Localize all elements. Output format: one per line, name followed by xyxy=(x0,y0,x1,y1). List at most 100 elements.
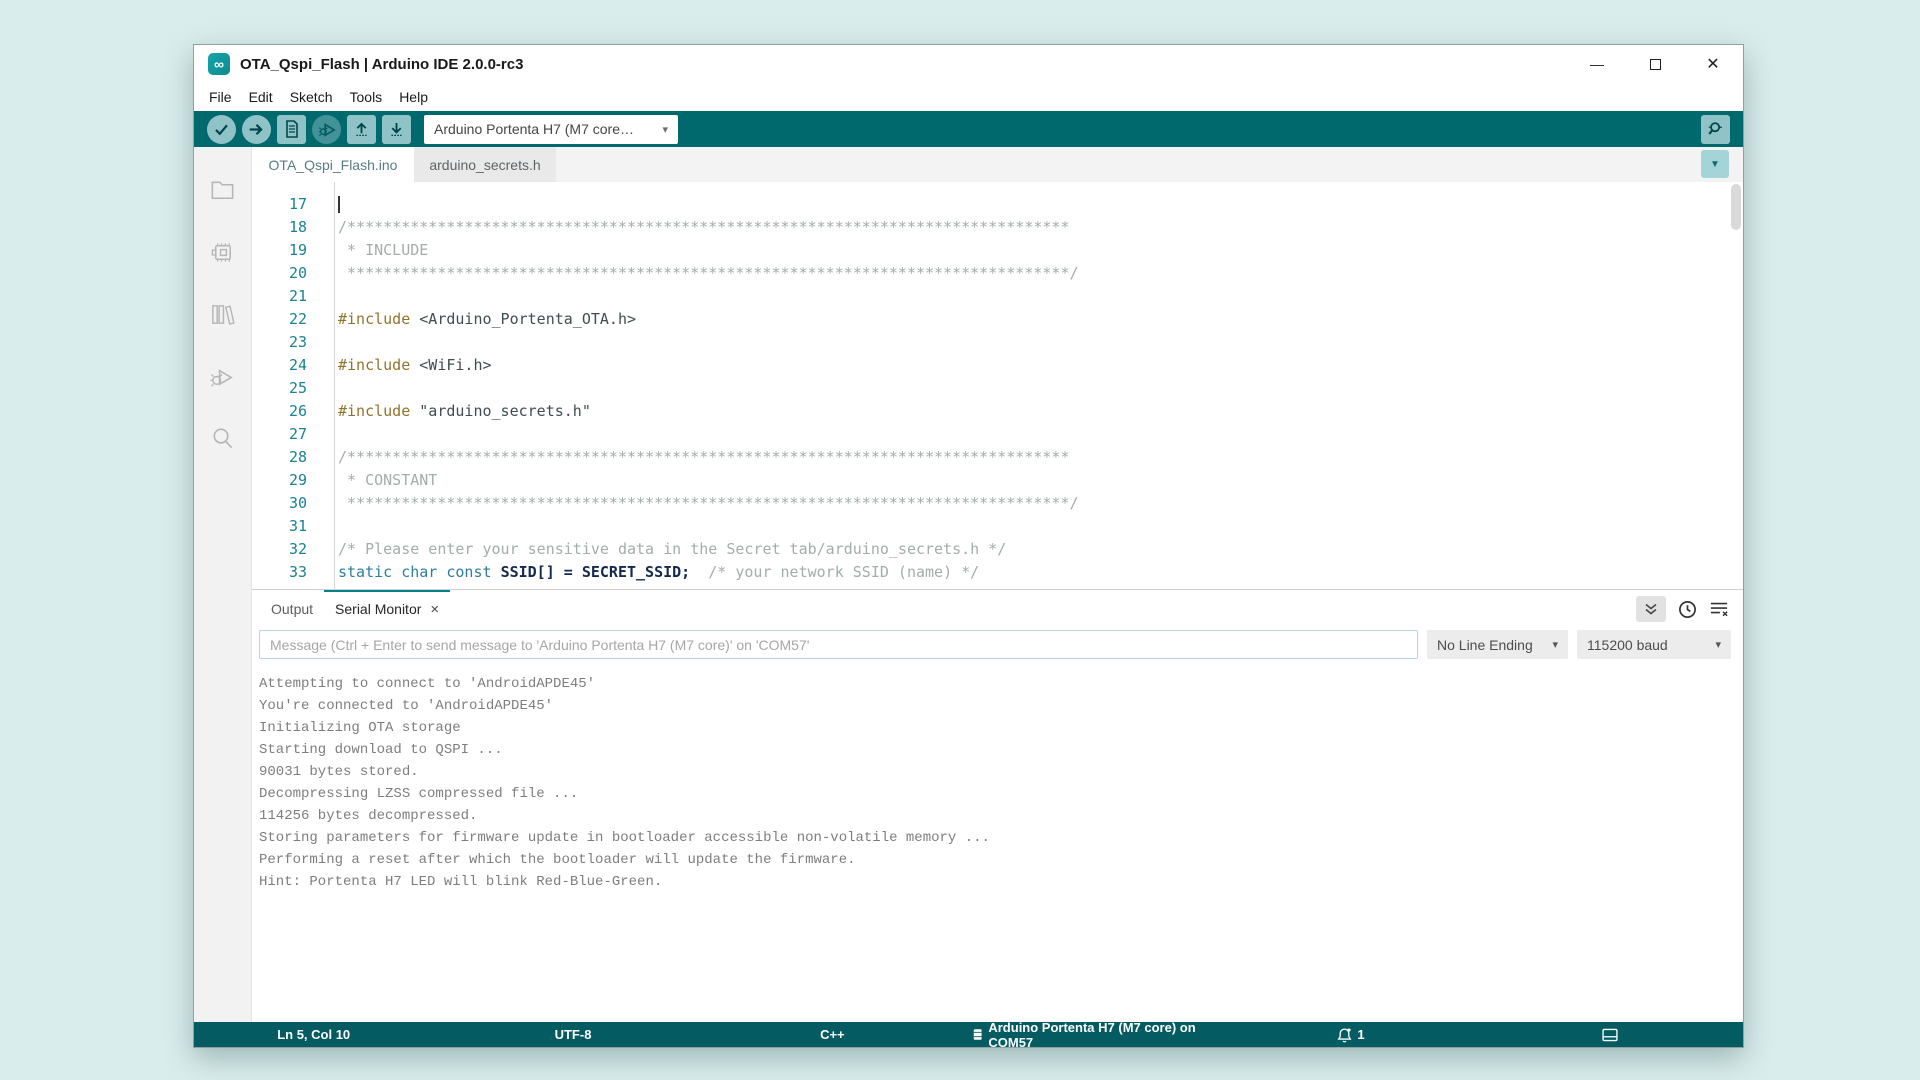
serial-monitor-button[interactable] xyxy=(1701,114,1730,144)
code-line: 27 xyxy=(252,423,1743,446)
serial-output-line: Storing parameters for firmware update i… xyxy=(259,830,990,846)
chevron-down-icon: ▼ xyxy=(1710,158,1720,170)
text-cursor xyxy=(338,196,340,213)
board-connection-status[interactable]: Arduino Portenta H7 (M7 core) on COM57 xyxy=(972,1004,1211,1066)
menu-edit[interactable]: Edit xyxy=(249,89,273,105)
sidebar-item-debug[interactable] xyxy=(194,345,251,407)
code-text: #include <Arduino_Portenta_OTA.h> xyxy=(338,308,636,331)
notification-count: 1 xyxy=(1357,1027,1365,1042)
tab-label: Serial Monitor xyxy=(335,601,422,617)
sidebar-item-library-manager[interactable] xyxy=(194,283,251,345)
arduino-logo-icon: ∞ xyxy=(208,53,230,75)
close-tab-icon[interactable]: × xyxy=(430,601,439,618)
collapse-panel-button[interactable] xyxy=(1636,596,1666,622)
notifications-button[interactable]: 1 xyxy=(1231,1004,1470,1066)
code-line: 20 *************************************… xyxy=(252,262,1743,285)
code-text: * CONSTANT xyxy=(338,469,437,492)
maximize-icon xyxy=(1649,58,1661,70)
close-button[interactable]: ✕ xyxy=(1705,56,1721,73)
gutter-divider xyxy=(334,182,335,589)
title-bar[interactable]: ∞ OTA_Qspi_Flash | Arduino IDE 2.0.0-rc3… xyxy=(194,45,1743,83)
line-number: 31 xyxy=(288,517,307,535)
verify-button[interactable] xyxy=(207,114,236,144)
code-line: 29 * CONSTANT xyxy=(252,469,1743,492)
sidebar-item-search[interactable] xyxy=(194,407,251,469)
export-binary-button[interactable] xyxy=(277,114,306,144)
upload-button[interactable] xyxy=(242,114,271,144)
code-line: 23 xyxy=(252,331,1743,354)
board-selector-dropdown[interactable]: Arduino Portenta H7 (M7 core… ▾ xyxy=(424,114,678,144)
board-status-label: Arduino Portenta H7 (M7 core) on COM57 xyxy=(988,1019,1196,1050)
upload-ota-button[interactable] xyxy=(347,114,376,144)
sidebar-item-sketchbook[interactable] xyxy=(194,159,251,221)
sidebar-item-boards-manager[interactable] xyxy=(194,221,251,283)
code-line: 28 /*************************************… xyxy=(252,446,1743,469)
code-line: 30 *************************************… xyxy=(252,492,1743,515)
magnifier-icon xyxy=(1707,122,1722,135)
caret-down-icon: ▾ xyxy=(1715,639,1721,651)
line-number: 22 xyxy=(288,310,307,328)
line-ending-select[interactable]: No Line Ending ▾ xyxy=(1427,630,1568,659)
code-line: 25 xyxy=(252,377,1743,400)
bell-icon xyxy=(1337,1027,1352,1042)
serial-message-input[interactable] xyxy=(259,630,1418,659)
editor-tabs-menu-button[interactable]: ▼ xyxy=(1701,150,1729,178)
line-number: 29 xyxy=(288,471,307,489)
toolbar: Arduino Portenta H7 (M7 core… ▾ xyxy=(194,111,1743,147)
code-token: SSID[] = SECRET_SSID; xyxy=(500,563,691,581)
minimize-button[interactable]: — xyxy=(1589,56,1605,72)
tab-ota-qspi-flash-ino[interactable]: OTA_Qspi_Flash.ino xyxy=(252,147,414,182)
board-chip-icon xyxy=(973,1029,982,1040)
menu-file[interactable]: File xyxy=(209,89,232,105)
serial-output[interactable]: Attempting to connect to 'AndroidAPDE45'… xyxy=(252,673,1743,1022)
debug-button[interactable] xyxy=(312,114,341,144)
code-token: ****************************************… xyxy=(338,494,1079,512)
code-area: 17 18 /***********************************… xyxy=(252,193,1743,584)
menu-tools[interactable]: Tools xyxy=(350,89,383,105)
tab-output[interactable]: Output xyxy=(260,590,324,628)
serial-output-line: Performing a reset after which the bootl… xyxy=(259,852,856,868)
cursor-position[interactable]: Ln 5, Col 10 xyxy=(194,1004,433,1066)
board-selector-label: Arduino Portenta H7 (M7 core… xyxy=(434,121,634,137)
serial-message-row: No Line Ending ▾ 115200 baud ▾ xyxy=(252,628,1743,659)
editor-scrollbar[interactable] xyxy=(1731,184,1741,230)
code-token: /* Please enter your sensitive data in t… xyxy=(338,540,1007,558)
line-number: 21 xyxy=(288,287,307,305)
code-editor[interactable]: 17 18 /***********************************… xyxy=(252,182,1743,589)
code-text: /* Please enter your sensitive data in t… xyxy=(338,538,1006,561)
download-ota-button[interactable] xyxy=(382,114,411,144)
encoding-indicator[interactable]: UTF-8 xyxy=(453,1004,692,1066)
panel-tab-bar: Output Serial Monitor × xyxy=(252,590,1743,628)
arrow-up-icon xyxy=(356,122,367,137)
toggle-timestamp-button[interactable] xyxy=(1678,600,1697,619)
code-line: 22 #include <Arduino_Portenta_OTA.h> xyxy=(252,308,1743,331)
menu-help[interactable]: Help xyxy=(399,89,428,105)
code-text: #include <WiFi.h> xyxy=(338,354,492,377)
code-token: "arduino_secrets.h" xyxy=(410,402,591,420)
line-number: 28 xyxy=(288,448,307,466)
code-line: 17 xyxy=(252,193,1743,216)
clear-lines-icon xyxy=(1710,602,1728,617)
code-token: <Arduino_Portenta_OTA.h> xyxy=(410,310,637,328)
caret-down-icon: ▾ xyxy=(1552,639,1558,651)
debug-icon xyxy=(318,123,336,137)
maximize-button[interactable] xyxy=(1647,56,1663,72)
serial-output-line: Starting download to QSPI ... xyxy=(259,742,503,758)
baud-rate-select[interactable]: 115200 baud ▾ xyxy=(1577,630,1731,659)
code-text: ****************************************… xyxy=(338,492,1079,515)
board-chip-icon xyxy=(211,242,231,262)
tab-serial-monitor[interactable]: Serial Monitor × xyxy=(324,590,450,628)
tab-arduino-secrets-h[interactable]: arduino_secrets.h xyxy=(414,147,556,182)
toggle-panel-button[interactable] xyxy=(1491,1004,1730,1066)
folder-icon xyxy=(211,181,234,199)
line-number: 17 xyxy=(288,195,307,213)
tab-label: Output xyxy=(271,601,314,617)
code-line: 33 static char const SSID[] = SECRET_SSID… xyxy=(252,561,1743,584)
serial-output-line: Attempting to connect to 'AndroidAPDE45' xyxy=(259,676,596,692)
language-mode[interactable]: C++ xyxy=(713,1004,952,1066)
check-icon xyxy=(215,124,228,135)
menu-sketch[interactable]: Sketch xyxy=(290,89,333,105)
clear-output-button[interactable] xyxy=(1709,600,1729,618)
line-number: 23 xyxy=(288,333,307,351)
code-text xyxy=(338,193,340,216)
